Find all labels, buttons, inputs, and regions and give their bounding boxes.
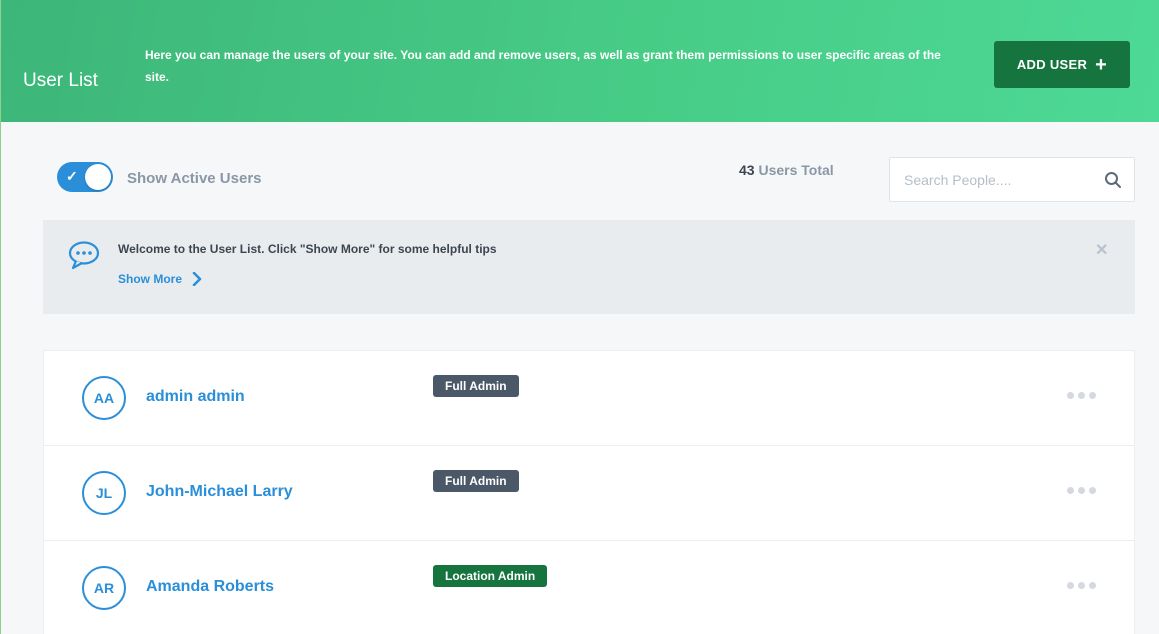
add-user-button[interactable]: ADD USER + [994, 41, 1130, 88]
user-name[interactable]: admin admin [146, 388, 245, 406]
page-description: Here you can manage the users of your si… [145, 48, 941, 84]
users-total-suffix: Users Total [754, 162, 834, 178]
tips-message: Welcome to the User List. Click "Show Mo… [118, 242, 497, 256]
user-name[interactable]: John-Michael Larry [146, 483, 293, 501]
avatar: AR [82, 566, 126, 610]
show-active-users-toggle[interactable]: ✓ [57, 162, 113, 192]
role-badge: Full Admin [433, 375, 519, 397]
user-row[interactable]: JL John-Michael Larry Full Admin [44, 446, 1134, 541]
check-icon: ✓ [66, 168, 78, 184]
tips-banner: Welcome to the User List. Click "Show Mo… [43, 220, 1135, 314]
search-box [889, 157, 1135, 202]
user-row[interactable]: AR Amanda Roberts Location Admin [44, 541, 1134, 634]
user-row[interactable]: AA admin admin Full Admin [44, 351, 1134, 446]
close-icon[interactable]: ✕ [1095, 240, 1108, 260]
toggle-label: Show Active Users [127, 170, 262, 187]
more-options-icon[interactable] [1067, 582, 1103, 592]
app-frame: User List Here you can manage the users … [0, 0, 1159, 634]
user-list: AA admin admin Full Admin JL John-Michae… [43, 350, 1135, 634]
show-more-link[interactable]: Show More [118, 272, 202, 286]
role-badge: Location Admin [433, 565, 548, 587]
toggle-knob [85, 164, 111, 190]
search-input[interactable] [890, 158, 1090, 201]
users-total-count: 43 [739, 162, 755, 178]
avatar: AA [82, 376, 126, 420]
role-badge: Full Admin [433, 470, 519, 492]
chevron-right-icon [192, 272, 202, 286]
chat-bubble-icon [68, 241, 100, 270]
page-header: User List Here you can manage the users … [1, 0, 1159, 122]
user-name[interactable]: Amanda Roberts [146, 578, 274, 596]
more-options-icon[interactable] [1067, 487, 1103, 497]
users-total: 43 Users Total [739, 162, 834, 178]
avatar: JL [82, 471, 126, 515]
add-user-label: ADD USER [1016, 57, 1088, 72]
show-more-label: Show More [118, 272, 183, 286]
page-title: User List [23, 70, 98, 91]
search-icon[interactable] [1104, 171, 1122, 189]
more-options-icon[interactable] [1067, 392, 1103, 402]
plus-icon: + [1095, 53, 1108, 76]
